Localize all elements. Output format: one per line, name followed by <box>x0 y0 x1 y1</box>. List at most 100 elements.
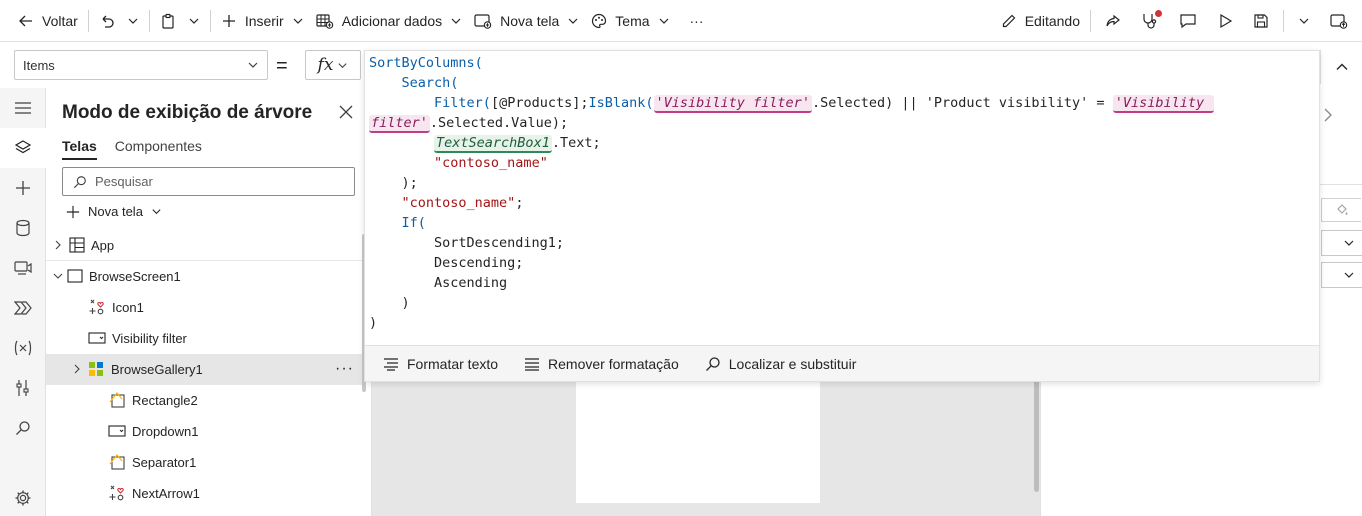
insert-rail-button[interactable] <box>0 168 46 208</box>
command-bar: Voltar Inserir Adicionar dados Nova tela… <box>0 0 1362 42</box>
code-line-4: filter' .Selected.Value); <box>369 115 569 133</box>
tree-view-button[interactable] <box>0 128 46 168</box>
property-dropdown-2[interactable] <box>1321 262 1362 288</box>
property-dropdown-1[interactable] <box>1321 230 1362 256</box>
tree-node-rectangle2[interactable]: Rectangle2 <box>46 385 362 416</box>
tree-node-browsegallery1[interactable]: BrowseGallery1 ··· <box>46 354 362 385</box>
icon-control-icon <box>108 484 126 502</box>
formula-code[interactable]: SortByColumns( Search( Filter([@Products… <box>369 53 1215 333</box>
palette-icon <box>592 13 607 28</box>
search-rail-button[interactable] <box>0 408 46 448</box>
tree-node-label: NextArrow1 <box>132 485 200 501</box>
more-label: ··· <box>689 12 704 29</box>
insert-button[interactable]: Inserir <box>215 0 310 42</box>
tree-node-visibility-filter[interactable]: Visibility filter <box>46 323 362 354</box>
undo-icon <box>102 15 114 28</box>
search-placeholder: Pesquisar <box>95 174 153 189</box>
code-line-9: If( <box>401 215 426 231</box>
formula-editor[interactable]: SortByColumns( Search( Filter([@Products… <box>364 50 1320 382</box>
tree-node-separator1[interactable]: Separator1 <box>46 447 362 478</box>
menu-button[interactable] <box>0 88 46 128</box>
new-screen-icon <box>474 13 492 29</box>
theme-label: Tema <box>615 12 650 29</box>
divider <box>87 9 89 32</box>
find-replace-label: Localizar e substituir <box>728 355 857 372</box>
save-button[interactable] <box>1243 0 1279 42</box>
share-button[interactable] <box>1095 0 1131 42</box>
advanced-tools-button[interactable] <box>0 368 46 408</box>
tree-node-label: BrowseScreen1 <box>89 268 181 284</box>
tab-screens[interactable]: Telas <box>62 138 97 160</box>
chevron-down-icon <box>338 62 347 68</box>
code-line-3: Filter([@Products];IsBlank('Visibility f… <box>434 95 1215 113</box>
tree-search-input[interactable]: Pesquisar <box>62 167 355 196</box>
chevron-down-icon <box>659 18 668 24</box>
media-button[interactable] <box>0 248 46 288</box>
remove-formatting-label: Remover formatação <box>548 355 679 372</box>
tab-components[interactable]: Componentes <box>115 138 202 160</box>
tree-node-icon1[interactable]: Icon1 <box>46 292 362 323</box>
add-data-label: Adicionar dados <box>341 12 443 29</box>
canvas-scrollbar[interactable] <box>1034 378 1039 492</box>
divider <box>209 9 211 32</box>
fill-color-button[interactable] <box>1321 198 1361 222</box>
data-button[interactable] <box>0 208 46 248</box>
publish-button[interactable] <box>1320 0 1362 42</box>
settings-button[interactable] <box>0 478 46 516</box>
undo-dropdown-button[interactable] <box>121 0 145 42</box>
more-options-icon[interactable]: ··· <box>335 360 354 378</box>
more-commands-button[interactable]: ··· <box>676 0 710 42</box>
back-label: Voltar <box>42 12 78 29</box>
code-line-6: "contoso_name" <box>434 155 548 171</box>
paste-button[interactable] <box>154 0 182 42</box>
icon-control-icon <box>88 298 106 316</box>
tools-icon <box>16 380 29 396</box>
notification-dot-icon <box>1155 10 1162 17</box>
variables-button[interactable] <box>0 328 46 368</box>
find-replace-button[interactable]: Localizar e substituir <box>705 355 857 372</box>
close-panel-button[interactable] <box>338 104 354 120</box>
save-dropdown-button[interactable] <box>1288 0 1320 42</box>
new-screen-button[interactable]: Nova tela <box>468 0 585 42</box>
tree-node-dropdown1[interactable]: Dropdown1 <box>46 416 362 447</box>
gallery-control-icon <box>87 360 105 378</box>
preview-button[interactable] <box>1207 0 1243 42</box>
insert-label: Inserir <box>244 12 284 29</box>
collapse-formula-button[interactable] <box>1320 50 1362 84</box>
gear-icon <box>15 490 31 506</box>
chevron-down-icon <box>568 18 578 24</box>
property-dropdown[interactable]: Items <box>14 50 268 80</box>
back-button[interactable]: Voltar <box>0 0 84 42</box>
tree-node-nextarrow1[interactable]: NextArrow1 <box>46 478 362 509</box>
paste-dropdown-button[interactable] <box>182 0 206 42</box>
chevron-down-icon[interactable] <box>52 270 64 282</box>
tree-node-browsescreen1[interactable]: BrowseScreen1 <box>46 261 362 292</box>
tree-new-screen-label: Nova tela <box>88 204 143 219</box>
format-text-button[interactable]: Formatar texto <box>383 356 498 372</box>
search-icon <box>705 356 720 371</box>
code-line-14: ) <box>369 315 378 331</box>
tree-view-title: Modo de exibição de árvore <box>62 102 313 123</box>
theme-button[interactable]: Tema <box>585 0 675 42</box>
play-icon <box>1220 13 1233 29</box>
tree-node-label: App <box>91 237 115 253</box>
layers-icon <box>14 140 32 154</box>
chevron-right-icon[interactable] <box>71 363 83 375</box>
tree-node-label: Visibility filter <box>112 330 187 346</box>
expand-panel-button[interactable] <box>1321 106 1335 127</box>
add-data-button[interactable]: Adicionar dados <box>310 0 468 42</box>
code-line-2: Search( <box>401 75 459 91</box>
power-automate-button[interactable] <box>0 288 46 328</box>
fx-button[interactable]: fx <box>305 50 361 80</box>
chevron-down-icon <box>1299 18 1309 24</box>
chevron-down-icon <box>189 18 199 24</box>
tree-new-screen-button[interactable]: Nova tela <box>66 204 162 219</box>
tree-node-app[interactable]: App <box>46 230 362 261</box>
undo-button[interactable] <box>93 0 121 42</box>
canvas-screen[interactable] <box>576 380 820 503</box>
remove-formatting-button[interactable]: Remover formatação <box>524 356 679 372</box>
comments-button[interactable] <box>1169 0 1207 42</box>
chevron-right-icon[interactable] <box>52 239 64 251</box>
app-checker-button[interactable] <box>1131 0 1169 42</box>
editing-button[interactable]: Editando <box>995 0 1086 42</box>
